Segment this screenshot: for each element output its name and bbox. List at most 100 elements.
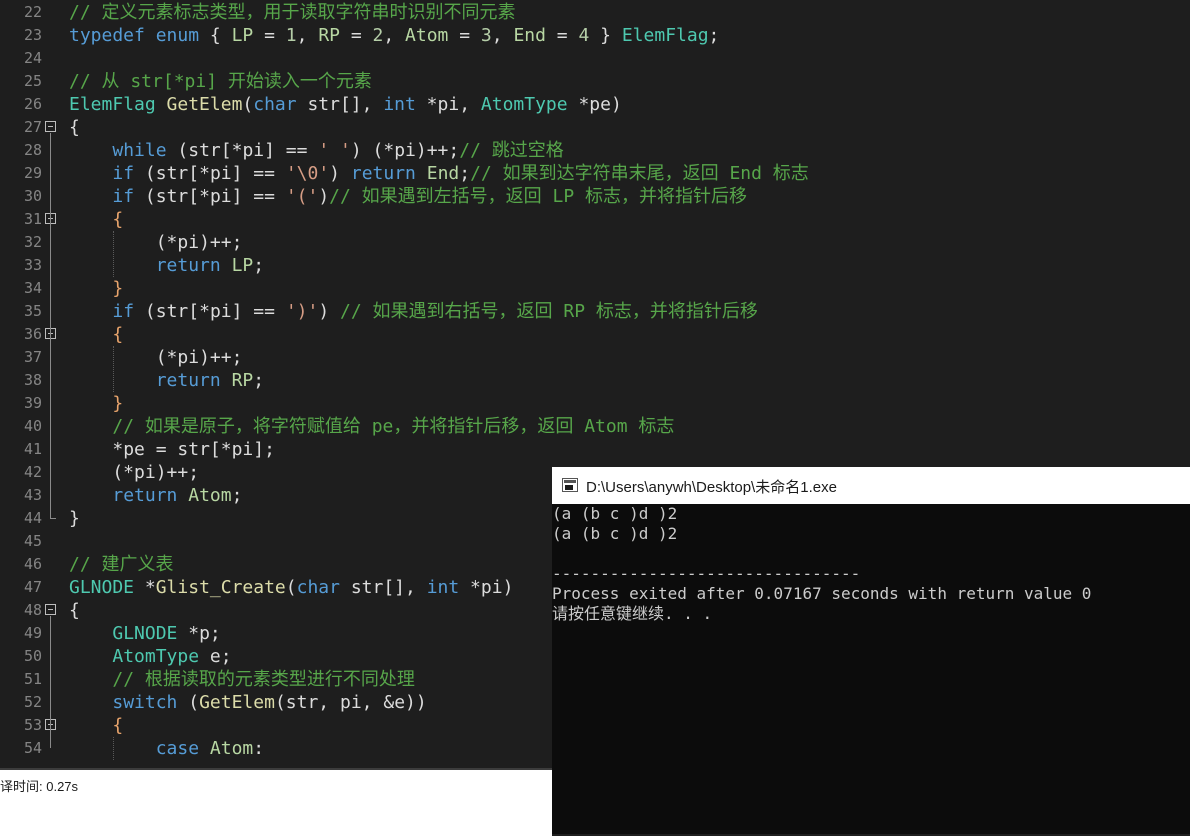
code-token: RP: [231, 370, 254, 391]
code-line[interactable]: 25 // 从 str[*pi] 开始读入一个元素: [0, 70, 1190, 93]
code-token: return: [350, 163, 416, 184]
line-number: 23: [23, 26, 42, 44]
code-token: *: [69, 439, 124, 460]
code-token: Atom: [405, 25, 449, 46]
code-token: // 跳过空格: [459, 140, 564, 161]
code-text: if (str[*pi] == '(')// 如果遇到左括号，返回 LP 标志，…: [69, 185, 747, 208]
code-line[interactable]: 26 ElemFlag GetElem(char str[], int *pi, …: [0, 93, 1190, 116]
code-token: while: [112, 140, 167, 161]
code-token: if: [112, 163, 135, 184]
fold-collapse-icon[interactable]: [45, 604, 56, 615]
console-title: D:\Users\anywh\Desktop\未命名1.exe: [586, 479, 837, 496]
code-token: }: [589, 25, 622, 46]
code-token: *: [459, 577, 481, 598]
code-text: {: [69, 714, 123, 737]
code-token: }: [112, 278, 124, 299]
line-number: 50: [23, 647, 42, 665]
code-token: (: [285, 577, 297, 598]
code-line[interactable]: 31 {: [0, 208, 1190, 231]
code-token: [*: [188, 186, 210, 207]
code-token: [*: [220, 140, 243, 161]
code-token: int: [426, 577, 460, 598]
line-number: 32: [23, 233, 42, 251]
code-token: GetElem: [199, 692, 275, 713]
code-token: )++;: [155, 462, 200, 483]
code-line[interactable]: 38 return RP;: [0, 369, 1190, 392]
line-number: 35: [23, 302, 42, 320]
code-token: {: [112, 209, 124, 230]
code-token: AtomType: [112, 646, 200, 667]
code-line[interactable]: 34 }: [0, 277, 1190, 300]
code-token: int: [383, 94, 416, 115]
line-number: 25: [23, 72, 42, 90]
code-token: (: [166, 140, 189, 161]
code-token: ] ==: [231, 301, 286, 322]
console-output-line: --------------------------------: [552, 564, 861, 583]
code-token: ): [610, 94, 622, 115]
console-window[interactable]: D:\Users\anywh\Desktop\未命名1.exe (a (b c …: [552, 467, 1190, 834]
line-number: 41: [23, 440, 42, 458]
code-line[interactable]: 30 if (str[*pi] == '(')// 如果遇到左括号，返回 LP …: [0, 185, 1190, 208]
code-text: {: [69, 599, 80, 622]
console-output-line: (a (b c )d )2: [552, 524, 678, 543]
code-line[interactable]: 29 if (str[*pi] == '\0') return End;// 如…: [0, 162, 1190, 185]
code-token: ): [329, 163, 351, 184]
code-text: ElemFlag GetElem(char str[], int *pi, At…: [69, 93, 622, 116]
line-number: 46: [23, 555, 42, 573]
code-text: }: [69, 392, 123, 415]
code-line[interactable]: 36 {: [0, 323, 1190, 346]
code-line[interactable]: 35 if (str[*pi] == ')') // 如果遇到右括号，返回 RP…: [0, 300, 1190, 323]
line-number: 49: [23, 624, 42, 642]
code-token: (*: [69, 347, 178, 368]
code-token: {: [112, 324, 124, 345]
line-number: 33: [23, 256, 42, 274]
code-line[interactable]: 32 (*pi)++;: [0, 231, 1190, 254]
code-token: typedef: [69, 25, 145, 46]
code-token: [],: [383, 577, 427, 598]
console-title-bar[interactable]: D:\Users\anywh\Desktop\未命名1.exe: [552, 467, 1190, 504]
code-text: // 定义元素标志类型，用于读取字符串时识别不同元素: [69, 1, 516, 24]
code-line[interactable]: 37 (*pi)++;: [0, 346, 1190, 369]
code-text: return Atom;: [69, 484, 242, 507]
code-token: // 如果遇到右括号，返回 RP 标志，并将指针后移: [340, 301, 758, 322]
code-token: ElemFlag: [69, 94, 156, 115]
line-number: 38: [23, 371, 42, 389]
code-line[interactable]: 27 {: [0, 116, 1190, 139]
code-line[interactable]: 33 return LP;: [0, 254, 1190, 277]
code-token: [*: [209, 439, 232, 460]
code-token: AtomType: [480, 94, 568, 115]
code-token: ElemFlag: [621, 25, 709, 46]
code-token: ;: [253, 255, 265, 276]
code-token: [*: [188, 163, 210, 184]
code-line[interactable]: 40 // 如果是原子，将字符赋值给 pe，并将指针后移，返回 Atom 标志: [0, 415, 1190, 438]
code-token: pi: [480, 577, 503, 598]
code-text: {: [69, 208, 123, 231]
code-text: switch (GetElem(str, pi, &e)): [69, 691, 426, 714]
fold-collapse-icon[interactable]: [45, 121, 56, 132]
code-line[interactable]: 41 *pe = str[*pi];: [0, 438, 1190, 461]
code-token: (: [274, 692, 286, 713]
code-line[interactable]: 28 while (str[*pi] == ' ') (*pi)++;// 跳过…: [0, 139, 1190, 162]
line-number: 34: [23, 279, 42, 297]
code-line[interactable]: 22 // 定义元素标志类型，用于读取字符串时识别不同元素: [0, 1, 1190, 24]
line-number: 52: [23, 693, 42, 711]
code-line[interactable]: 24: [0, 47, 1190, 70]
code-token: 3: [480, 25, 492, 46]
code-token: Atom: [188, 485, 232, 506]
code-text: *pe = str[*pi];: [69, 438, 275, 461]
code-line[interactable]: 39 }: [0, 392, 1190, 415]
code-token: switch: [112, 692, 178, 713]
code-token: ;: [231, 485, 243, 506]
code-token: =: [448, 25, 481, 46]
code-line[interactable]: 23 typedef enum { LP = 1, RP = 2, Atom = …: [0, 24, 1190, 47]
code-token: =: [340, 25, 373, 46]
line-number: 47: [23, 578, 42, 596]
code-token: }: [112, 393, 124, 414]
code-token: str: [155, 301, 189, 322]
code-token: 4: [578, 25, 590, 46]
